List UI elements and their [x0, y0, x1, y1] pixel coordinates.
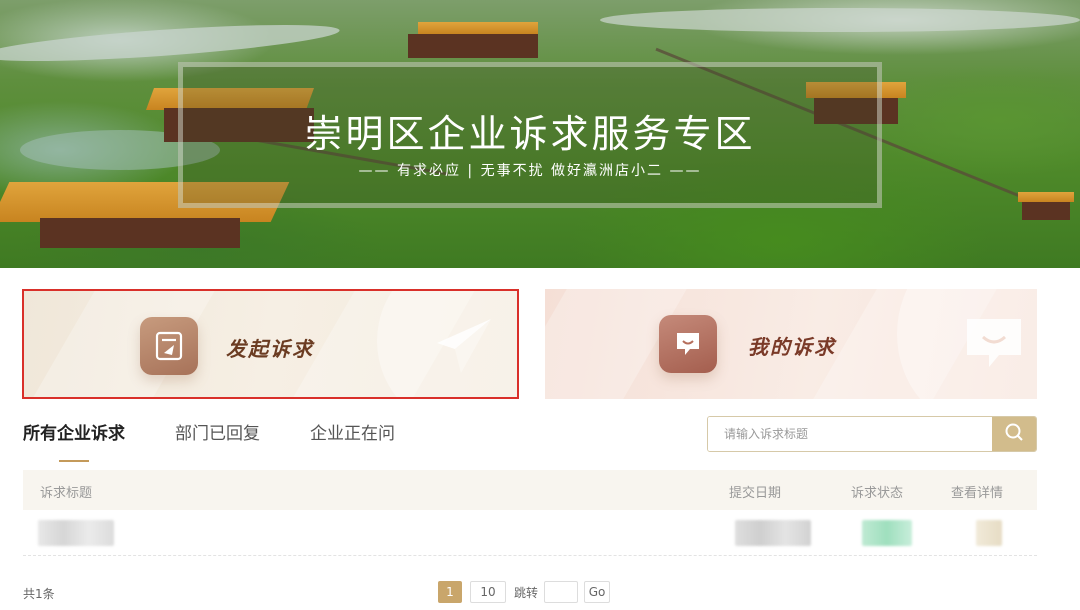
- column-status: 诉求状态: [851, 486, 904, 501]
- my-requests-label: 我的诉求: [748, 335, 836, 359]
- raise-request-card[interactable]: 发起诉求: [22, 289, 519, 399]
- raise-request-label: 发起诉求: [226, 337, 314, 361]
- my-requests-card[interactable]: 我的诉求: [545, 289, 1037, 399]
- banner-title-box: 崇明区企业诉求服务专区 —— 有求必应 | 无事不扰 做好瀛洲店小二 ——: [178, 62, 882, 208]
- banner-water: [600, 8, 1080, 32]
- page-size-button[interactable]: 10: [470, 581, 506, 603]
- page-title: 崇明区企业诉求服务专区: [304, 112, 756, 156]
- page-button-current[interactable]: 1: [438, 581, 462, 603]
- redacted-date: [735, 520, 811, 546]
- table-header: 诉求标题 提交日期 诉求状态 查看详情: [23, 470, 1037, 510]
- go-button[interactable]: Go: [584, 581, 611, 603]
- search-button[interactable]: [992, 417, 1036, 451]
- jump-page-input[interactable]: [544, 581, 579, 603]
- redacted-status: [862, 520, 912, 546]
- hero-banner: 崇明区企业诉求服务专区 —— 有求必应 | 无事不扰 做好瀛洲店小二 ——: [0, 0, 1080, 268]
- request-tabs: 所有企业诉求 部门已回复 企业正在问: [23, 419, 445, 462]
- redacted-detail-link[interactable]: [976, 520, 1002, 546]
- paper-plane-icon: [433, 315, 495, 381]
- table-row[interactable]: [23, 512, 1037, 556]
- banner-water: [0, 17, 341, 69]
- tab-all-requests[interactable]: 所有企业诉求: [23, 419, 125, 462]
- redacted-title[interactable]: [38, 520, 114, 546]
- chat-bubble-icon: [965, 317, 1023, 373]
- tab-department-replied[interactable]: 部门已回复: [175, 419, 260, 454]
- column-title: 诉求标题: [40, 486, 93, 501]
- jump-label: 跳转: [514, 585, 539, 600]
- pagination: 1 10 跳转 Go: [438, 581, 611, 603]
- search-icon: [1004, 422, 1024, 446]
- total-count: 共1条: [23, 587, 55, 601]
- banner-slogan: —— 有求必应 | 无事不扰 做好瀛洲店小二 ——: [358, 163, 702, 179]
- search-input[interactable]: [708, 417, 992, 451]
- document-send-icon: [140, 317, 198, 375]
- column-date: 提交日期: [729, 486, 782, 501]
- tab-enterprise-asking[interactable]: 企业正在问: [310, 419, 395, 454]
- search-bar: [707, 416, 1037, 452]
- column-detail: 查看详情: [951, 486, 1004, 501]
- chat-bubble-icon: [659, 315, 717, 373]
